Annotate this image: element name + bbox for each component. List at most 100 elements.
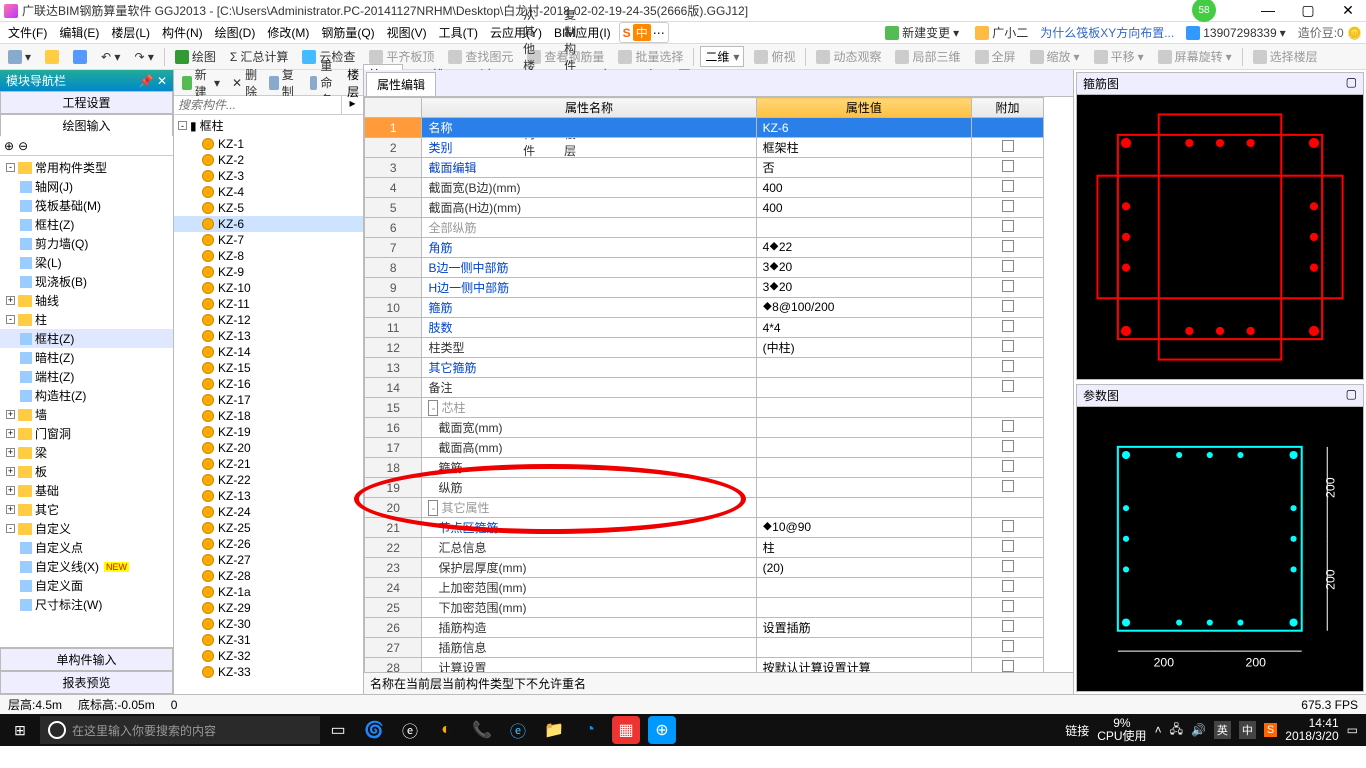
tray-volume-icon[interactable]: 🔊 bbox=[1191, 723, 1206, 737]
tab-report-preview[interactable]: 报表预览 bbox=[0, 671, 173, 694]
checkbox[interactable] bbox=[1002, 160, 1014, 172]
kz-item[interactable]: KZ-24 bbox=[174, 504, 363, 520]
taskbar-app-4[interactable]: ◔ bbox=[576, 716, 604, 744]
bird-view-button[interactable]: 俯视 bbox=[750, 46, 799, 67]
grid-row[interactable]: 16 截面宽(mm) bbox=[365, 418, 1044, 438]
task-view-button[interactable]: ▭ bbox=[324, 716, 352, 744]
kz-item[interactable]: KZ-5 bbox=[174, 200, 363, 216]
tree-node[interactable]: +轴线 bbox=[0, 291, 173, 310]
close-button[interactable]: ✕ bbox=[1334, 2, 1362, 19]
checkbox[interactable] bbox=[1002, 180, 1014, 192]
tree-node[interactable]: 尺寸标注(W) bbox=[0, 595, 173, 614]
pan-button[interactable]: 平移 ▾ bbox=[1090, 46, 1148, 67]
tree-node[interactable]: 端柱(Z) bbox=[0, 367, 173, 386]
grid-row[interactable]: 18 箍筋 bbox=[365, 458, 1044, 478]
tree-node[interactable]: -柱 bbox=[0, 310, 173, 329]
tray-up-icon[interactable]: ˄ bbox=[1155, 723, 1162, 737]
kz-item[interactable]: KZ-27 bbox=[174, 552, 363, 568]
minimize-button[interactable]: — bbox=[1254, 2, 1282, 19]
col-value[interactable]: 属性值 bbox=[756, 98, 972, 118]
checkbox[interactable] bbox=[1002, 280, 1014, 292]
lang-zh[interactable]: 中 bbox=[1239, 721, 1256, 739]
cpu-indicator[interactable]: 9%CPU使用 bbox=[1097, 717, 1146, 743]
tree-node[interactable]: 框柱(Z) bbox=[0, 329, 173, 348]
user-button[interactable]: 广小二 bbox=[971, 22, 1032, 43]
menu-modify[interactable]: 修改(M) bbox=[263, 22, 313, 43]
rebar-diagram-canvas[interactable] bbox=[1077, 95, 1363, 379]
menu-view[interactable]: 视图(V) bbox=[383, 22, 431, 43]
collapse-icon[interactable]: ⊖ bbox=[18, 139, 28, 153]
checkbox[interactable] bbox=[1002, 220, 1014, 232]
tree-node[interactable]: +门窗洞 bbox=[0, 424, 173, 443]
tab-property-edit[interactable]: 属性编辑 bbox=[366, 72, 436, 96]
kz-item[interactable]: KZ-6 bbox=[174, 216, 363, 232]
grid-row[interactable]: 25 下加密范围(mm) bbox=[365, 598, 1044, 618]
checkbox[interactable] bbox=[1002, 340, 1014, 352]
checkbox[interactable] bbox=[1002, 380, 1014, 392]
dim-combo[interactable]: 二维▾ bbox=[700, 46, 744, 67]
component-tree[interactable]: -常用构件类型轴网(J)筏板基础(M)框柱(Z)剪力墙(Q)梁(L)现浇板(B)… bbox=[0, 156, 173, 647]
tree-node[interactable]: 自定义面 bbox=[0, 576, 173, 595]
kz-item[interactable]: KZ-30 bbox=[174, 616, 363, 632]
grid-row[interactable]: 26 插筋构造设置插筋 bbox=[365, 618, 1044, 638]
lang-en[interactable]: 英 bbox=[1214, 721, 1231, 739]
tab-single-input[interactable]: 单构件输入 bbox=[0, 648, 173, 671]
tree-node[interactable]: 筏板基础(M) bbox=[0, 196, 173, 215]
kz-item[interactable]: KZ-14 bbox=[174, 344, 363, 360]
grid-row[interactable]: 2类别框架柱 bbox=[365, 138, 1044, 158]
menu-file[interactable]: 文件(F) bbox=[4, 22, 51, 43]
tree-node[interactable]: +板 bbox=[0, 462, 173, 481]
checkbox[interactable] bbox=[1002, 620, 1014, 632]
kz-item[interactable]: KZ-1a bbox=[174, 584, 363, 600]
search-go-button[interactable]: ▸ bbox=[341, 96, 363, 114]
pin-icon[interactable]: 📌 bbox=[139, 74, 154, 88]
grid-row[interactable]: 23 保护层厚度(mm)(20) bbox=[365, 558, 1044, 578]
grid-row[interactable]: 22 汇总信息柱 bbox=[365, 538, 1044, 558]
kz-item[interactable]: KZ-9 bbox=[174, 264, 363, 280]
checkbox[interactable] bbox=[1002, 520, 1014, 532]
expand-icon[interactable]: ⊕ bbox=[4, 139, 14, 153]
menu-draw[interactable]: 绘图(D) bbox=[211, 22, 260, 43]
grid-row[interactable]: 7角筋4⯁22 bbox=[365, 238, 1044, 258]
kz-root-node[interactable]: - ▮ 框柱 bbox=[174, 115, 363, 136]
tree-node[interactable]: -常用构件类型 bbox=[0, 158, 173, 177]
tree-node[interactable]: 构造柱(Z) bbox=[0, 386, 173, 405]
fullscreen-button[interactable]: 全屏 bbox=[971, 46, 1020, 67]
select-floor-button[interactable]: 选择楼层 bbox=[1249, 46, 1322, 67]
checkbox[interactable] bbox=[1002, 540, 1014, 552]
grid-row[interactable]: 19 纵筋 bbox=[365, 478, 1044, 498]
kz-item[interactable]: KZ-10 bbox=[174, 280, 363, 296]
tree-node[interactable]: +墙 bbox=[0, 405, 173, 424]
grid-row[interactable]: 12柱类型(中柱) bbox=[365, 338, 1044, 358]
tab-project-settings[interactable]: 工程设置 bbox=[0, 91, 173, 114]
kz-item[interactable]: KZ-12 bbox=[174, 312, 363, 328]
grid-row[interactable]: 11肢数4*4 bbox=[365, 318, 1044, 338]
kz-item[interactable]: KZ-11 bbox=[174, 296, 363, 312]
kz-item[interactable]: KZ-33 bbox=[174, 664, 363, 680]
tree-node[interactable]: 剪力墙(Q) bbox=[0, 234, 173, 253]
taskbar-app-3[interactable]: 📞 bbox=[468, 716, 496, 744]
kz-item[interactable]: KZ-13 bbox=[174, 488, 363, 504]
grid-row[interactable]: 14备注 bbox=[365, 378, 1044, 398]
redo-button[interactable]: ↷ ▾ bbox=[130, 48, 157, 66]
lang-sogou-icon[interactable]: S bbox=[1264, 723, 1277, 737]
action-center-icon[interactable]: ▭ bbox=[1347, 723, 1358, 737]
checkbox[interactable] bbox=[1002, 240, 1014, 252]
kz-item[interactable]: KZ-8 bbox=[174, 248, 363, 264]
grid-row[interactable]: 24 上加密范围(mm) bbox=[365, 578, 1044, 598]
kz-item[interactable]: KZ-26 bbox=[174, 536, 363, 552]
menu-floor[interactable]: 楼层(L) bbox=[107, 22, 154, 43]
save-button[interactable] bbox=[69, 48, 91, 66]
grid-row[interactable]: 5截面高(H边)(mm)400 bbox=[365, 198, 1044, 218]
undo-button[interactable]: ↶ ▾ bbox=[97, 48, 124, 66]
kz-item[interactable]: KZ-22 bbox=[174, 472, 363, 488]
rebar-close-icon[interactable]: ▢ bbox=[1346, 75, 1357, 92]
kz-item[interactable]: KZ-20 bbox=[174, 440, 363, 456]
kz-item[interactable]: KZ-31 bbox=[174, 632, 363, 648]
checkbox[interactable] bbox=[1002, 640, 1014, 652]
grid-row[interactable]: 4截面宽(B边)(mm)400 bbox=[365, 178, 1044, 198]
kz-item[interactable]: KZ-1 bbox=[174, 136, 363, 152]
kz-list[interactable]: - ▮ 框柱 KZ-1KZ-2KZ-3KZ-4KZ-5KZ-6KZ-7KZ-8K… bbox=[174, 115, 363, 694]
maximize-button[interactable]: ▢ bbox=[1294, 2, 1322, 19]
param-close-icon[interactable]: ▢ bbox=[1346, 387, 1357, 404]
